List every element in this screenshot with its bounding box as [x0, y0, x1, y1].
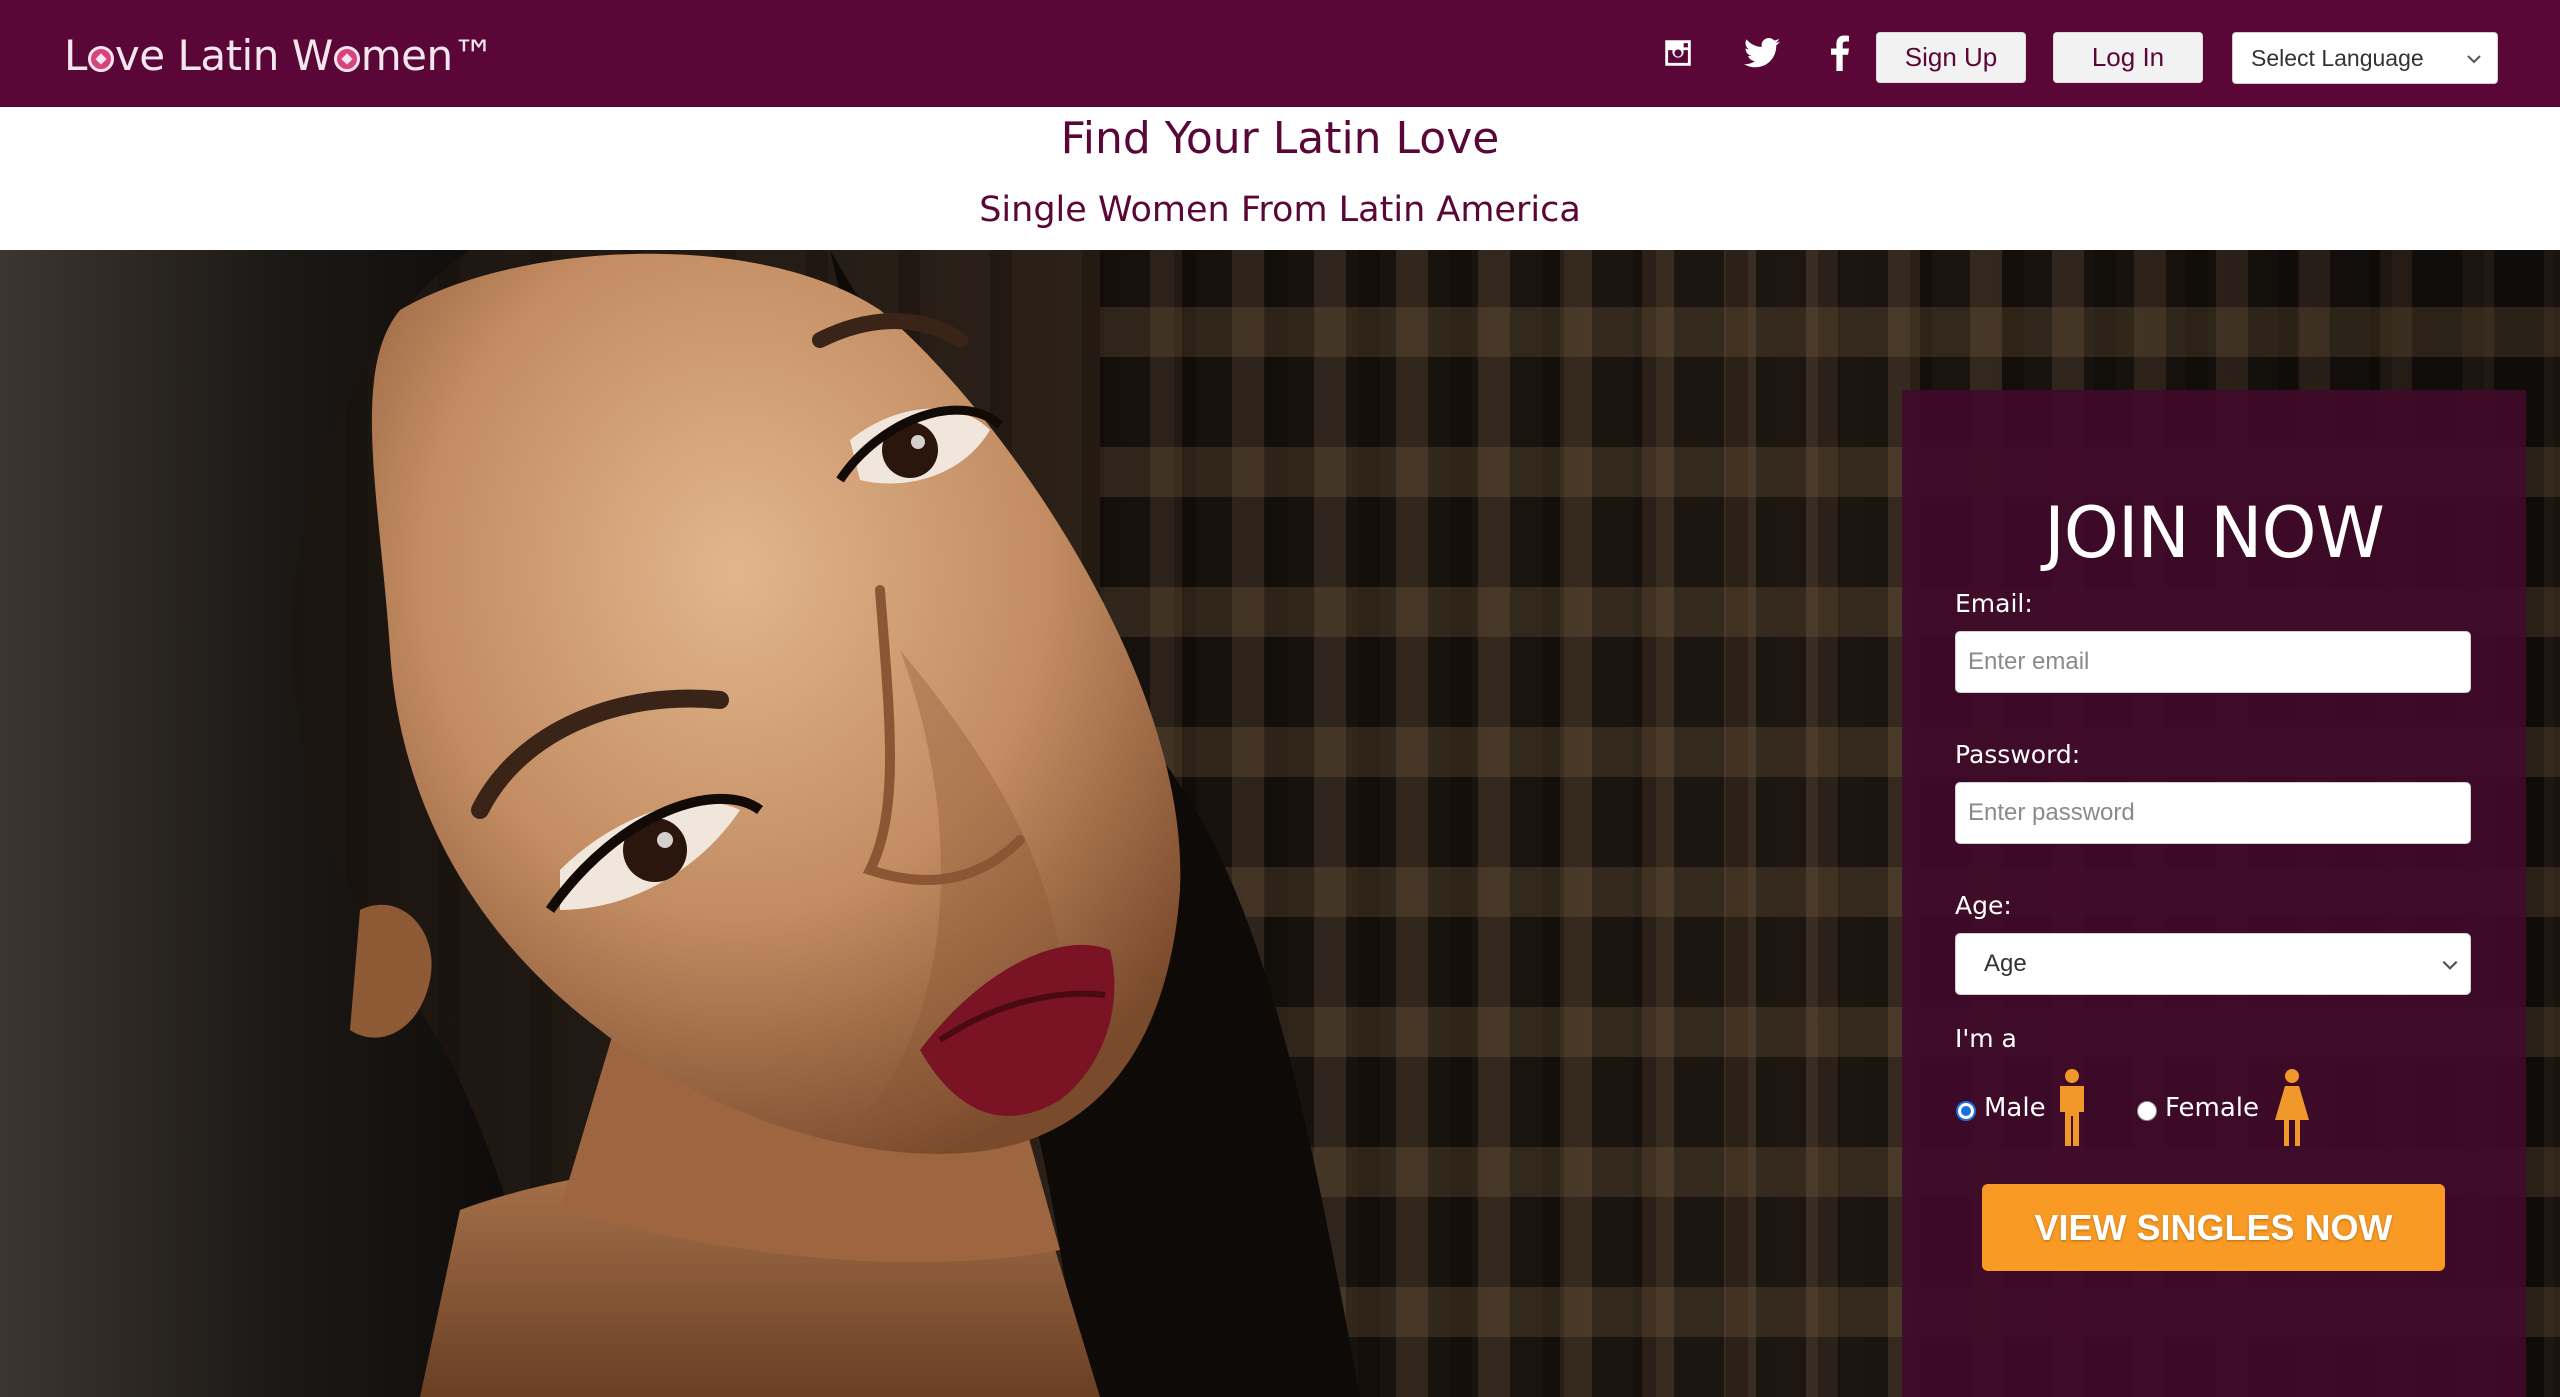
language-select-value: Select Language — [2251, 44, 2424, 71]
male-radio[interactable] — [1956, 1101, 1976, 1121]
age-label: Age: — [1955, 891, 2012, 920]
facebook-icon[interactable] — [1819, 32, 1861, 74]
language-select[interactable]: Select Language — [2232, 32, 2498, 84]
top-navbar: L ve Latin W men™ Sign Up Log In Select … — [0, 0, 2560, 107]
signup-button[interactable]: Sign Up — [1876, 32, 2026, 83]
heart-icon — [87, 46, 114, 72]
page-subtitle: Single Women From Latin America — [979, 190, 1581, 230]
email-field[interactable] — [1955, 631, 2471, 693]
password-field[interactable] — [1955, 782, 2471, 844]
view-singles-button[interactable]: VIEW SINGLES NOW — [1982, 1184, 2445, 1271]
gender-label: I'm a — [1955, 1024, 2017, 1053]
page-title: Find Your Latin Love — [1060, 113, 1500, 164]
logo-text-part: men™ — [360, 30, 495, 80]
instagram-icon[interactable] — [1657, 32, 1699, 74]
twitter-icon[interactable] — [1741, 32, 1783, 74]
logo-text-part: L — [64, 30, 87, 80]
join-title: JOIN NOW — [2044, 492, 2385, 574]
female-radio[interactable] — [2137, 1101, 2157, 1121]
female-person-icon — [2275, 1069, 2309, 1146]
chevron-down-icon — [2440, 954, 2460, 982]
female-label[interactable]: Female — [2165, 1093, 2259, 1123]
email-label: Email: — [1955, 589, 2033, 618]
site-logo[interactable]: L ve Latin W men™ — [64, 30, 495, 80]
password-label: Password: — [1955, 740, 2081, 769]
heart-icon — [333, 46, 360, 72]
logo-text-part: ve Latin W — [114, 30, 333, 80]
chevron-down-icon — [2465, 47, 2483, 74]
age-select[interactable]: Age — [1955, 933, 2471, 995]
woman-portrait — [0, 250, 1360, 1397]
male-label[interactable]: Male — [1984, 1093, 2046, 1123]
login-button[interactable]: Log In — [2053, 32, 2203, 83]
age-select-value: Age — [1984, 950, 2027, 977]
join-panel: JOIN NOW Email: Password: Age: Age I'm a… — [1902, 390, 2526, 1397]
male-person-icon — [2060, 1069, 2084, 1146]
